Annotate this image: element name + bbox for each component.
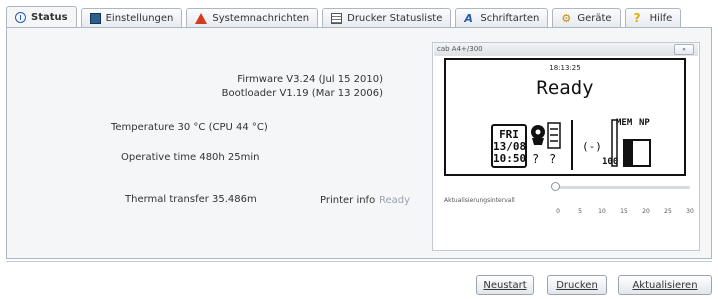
refresh-interval-slider[interactable] (554, 186, 690, 189)
tab-settings[interactable]: Einstellungen (80, 8, 183, 28)
info-icon (15, 12, 26, 23)
lcd-date-time: 10:50 (493, 152, 527, 165)
firmware-version: Firmware V3.24 (Jul 15 2010) (237, 74, 383, 85)
bootloader-version: Bootloader V1.19 (Mar 13 2006) (221, 88, 383, 99)
tab-fonts[interactable]: A Schriftarten (455, 8, 549, 28)
slider-tick: 20 (642, 208, 650, 215)
slider-tick: 0 (556, 208, 560, 215)
list-icon (331, 13, 343, 24)
settings-icon (89, 13, 101, 24)
printer-display-preview: cab A4+/300 « 18:13:25 Ready FRI 13/08 1… (432, 42, 700, 251)
slider-tick: 25 (664, 208, 672, 215)
tab-bar: Status Einstellungen Systemnachrichten D… (6, 6, 712, 28)
lcd-arrow: (-) (582, 140, 602, 153)
label-roll-icon (547, 122, 561, 149)
tab-help[interactable]: ? Hilfe (624, 8, 682, 28)
slider-tick: 10 (598, 208, 606, 215)
slider-tick: 5 (578, 208, 582, 215)
tab-status[interactable]: Status (6, 6, 77, 28)
slider-tick: 30 (686, 208, 694, 215)
temperature-reading: Temperature 30 °C (CPU 44 °C) (111, 122, 268, 133)
status-panel: Firmware V3.24 (Jul 15 2010) Bootloader … (6, 27, 712, 259)
device-icon: ⚙ (561, 12, 572, 25)
lcd-separator (571, 120, 573, 170)
preview-window-title: cab A4+/300 (437, 45, 483, 53)
warning-icon (195, 13, 208, 24)
font-icon: A (464, 12, 473, 25)
tab-printer-status-list-label: Drucker Statusliste (347, 13, 443, 24)
ribbon-icon (531, 125, 545, 145)
tab-devices-label: Geräte (577, 13, 612, 24)
refresh-interval-label: Aktualisierungsintervall (444, 197, 515, 204)
footer-divider (6, 261, 712, 262)
printer-info-label: Printer info (320, 195, 376, 206)
lcd-mem: MEM (616, 118, 633, 128)
preview-title-bar: cab A4+/300 « (434, 43, 698, 56)
slider-tick: 15 (620, 208, 628, 215)
tab-settings-label: Einstellungen (105, 13, 174, 24)
restart-button[interactable]: Neustart (476, 275, 534, 295)
preview-expand-button[interactable]: « (674, 44, 694, 55)
lcd-question-1: ? (532, 152, 540, 166)
lcd-np: NP (639, 118, 650, 128)
tab-fonts-label: Schriftarten (480, 13, 540, 24)
refresh-button[interactable]: Aktualisieren (618, 275, 712, 295)
lcd-screen: 18:13:25 Ready FRI 13/08 10:50 ? ? (-) 1… (444, 58, 686, 176)
help-icon: ? (633, 11, 641, 25)
lcd-question-2: ? (549, 152, 557, 166)
lcd-time: 18:13:25 (549, 64, 581, 72)
tab-devices[interactable]: ⚙ Geräte (552, 8, 621, 28)
tab-help-label: Hilfe (649, 13, 673, 24)
lcd-status: Ready (536, 77, 594, 99)
operative-time: Operative time 480h 25min (121, 152, 260, 163)
tab-system-messages-label: Systemnachrichten (212, 13, 310, 24)
lcd-date-box: FRI 13/08 10:50 (491, 124, 527, 168)
tab-status-label: Status (31, 12, 68, 23)
printer-info-value: Ready (379, 195, 411, 206)
tab-system-messages[interactable]: Systemnachrichten (186, 8, 319, 28)
tab-printer-status-list[interactable]: Drucker Statusliste (322, 8, 452, 28)
thermal-transfer: Thermal transfer 35.486m (125, 194, 257, 205)
print-button[interactable]: Drucken (547, 275, 607, 295)
refresh-interval-slider-thumb[interactable] (551, 182, 560, 191)
